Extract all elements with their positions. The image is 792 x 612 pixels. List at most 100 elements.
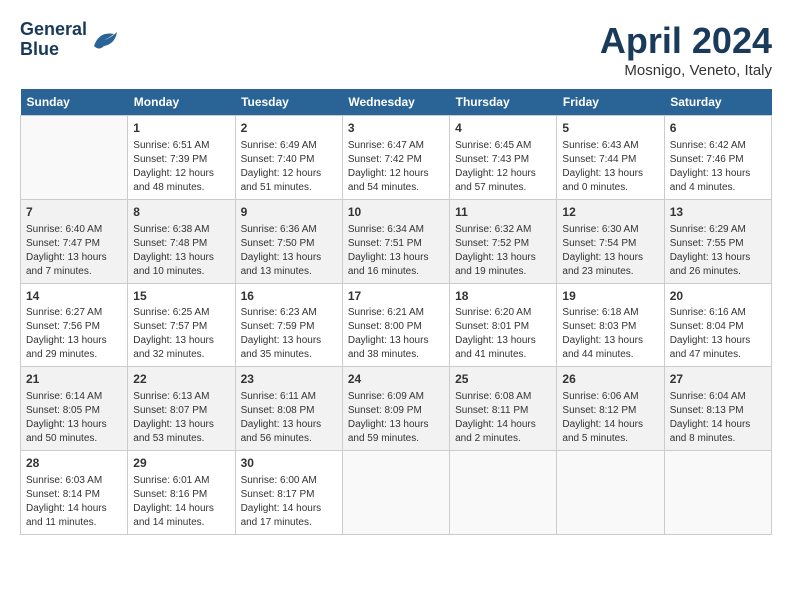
calendar-week-row: 14Sunrise: 6:27 AM Sunset: 7:56 PM Dayli… bbox=[21, 283, 772, 367]
logo: General Blue bbox=[20, 20, 119, 60]
day-number: 23 bbox=[241, 371, 337, 388]
day-of-week-header: Friday bbox=[557, 89, 664, 116]
calendar-day-cell: 24 Sunrise: 6:09 AM Sunset: 8:09 PM Dayli… bbox=[342, 367, 449, 451]
calendar-day-cell: 16Sunrise: 6:23 AM Sunset: 7:59 PM Dayli… bbox=[235, 283, 342, 367]
day-number: 21 bbox=[26, 371, 122, 388]
day-info-text: Sunrise: 6:16 AM Sunset: 8:04 PM Dayligh… bbox=[670, 306, 766, 362]
calendar-day-cell: 23 Sunrise: 6:11 AM Sunset: 8:08 PM Dayli… bbox=[235, 367, 342, 451]
day-info-text: Sunrise: 6:25 AM Sunset: 7:57 PM Dayligh… bbox=[133, 306, 229, 362]
calendar-day-cell bbox=[557, 451, 664, 535]
day-info-text: Sunrise: 6:14 AM Sunset: 8:05 PM Dayligh… bbox=[26, 390, 122, 446]
day-info-text: Sunrise: 6:36 AM Sunset: 7:50 PM Dayligh… bbox=[241, 223, 337, 279]
day-info-text: Sunrise: 6:34 AM Sunset: 7:51 PM Dayligh… bbox=[348, 223, 444, 279]
day-number: 2 bbox=[241, 120, 337, 137]
calendar-day-cell: 10 Sunrise: 6:34 AM Sunset: 7:51 PM Dayli… bbox=[342, 199, 449, 283]
day-number: 15 bbox=[133, 288, 229, 305]
calendar-day-cell: 20Sunrise: 6:16 AM Sunset: 8:04 PM Dayli… bbox=[664, 283, 771, 367]
day-info-text: Sunrise: 6:38 AM Sunset: 7:48 PM Dayligh… bbox=[133, 223, 229, 279]
day-info-text: Sunrise: 6:40 AM Sunset: 7:47 PM Dayligh… bbox=[26, 223, 122, 279]
calendar-day-cell: 27 Sunrise: 6:04 AM Sunset: 8:13 PM Dayli… bbox=[664, 367, 771, 451]
calendar-day-cell: 25 Sunrise: 6:08 AM Sunset: 8:11 PM Dayli… bbox=[450, 367, 557, 451]
calendar-day-cell bbox=[21, 116, 128, 200]
calendar-day-cell: 11 Sunrise: 6:32 AM Sunset: 7:52 PM Dayli… bbox=[450, 199, 557, 283]
calendar-day-cell: 21 Sunrise: 6:14 AM Sunset: 8:05 PM Dayli… bbox=[21, 367, 128, 451]
calendar-week-row: 28Sunrise: 6:03 AM Sunset: 8:14 PM Dayli… bbox=[21, 451, 772, 535]
calendar-day-cell: 30 Sunrise: 6:00 AM Sunset: 8:17 PM Dayli… bbox=[235, 451, 342, 535]
day-number: 16 bbox=[241, 288, 337, 305]
day-number: 12 bbox=[562, 204, 658, 221]
day-number: 24 bbox=[348, 371, 444, 388]
day-number: 30 bbox=[241, 455, 337, 472]
calendar-day-cell: 18Sunrise: 6:20 AM Sunset: 8:01 PM Dayli… bbox=[450, 283, 557, 367]
day-number: 3 bbox=[348, 120, 444, 137]
day-info-text: Sunrise: 6:51 AM Sunset: 7:39 PM Dayligh… bbox=[133, 139, 229, 195]
day-info-text: Sunrise: 6:20 AM Sunset: 8:01 PM Dayligh… bbox=[455, 306, 551, 362]
day-info-text: Sunrise: 6:00 AM Sunset: 8:17 PM Dayligh… bbox=[241, 474, 337, 530]
day-info-text: Sunrise: 6:08 AM Sunset: 8:11 PM Dayligh… bbox=[455, 390, 551, 446]
day-info-text: Sunrise: 6:43 AM Sunset: 7:44 PM Dayligh… bbox=[562, 139, 658, 195]
day-number: 8 bbox=[133, 204, 229, 221]
day-info-text: Sunrise: 6:49 AM Sunset: 7:40 PM Dayligh… bbox=[241, 139, 337, 195]
day-number: 27 bbox=[670, 371, 766, 388]
calendar-day-cell: 9 Sunrise: 6:36 AM Sunset: 7:50 PM Daylig… bbox=[235, 199, 342, 283]
day-number: 11 bbox=[455, 204, 551, 221]
day-info-text: Sunrise: 6:03 AM Sunset: 8:14 PM Dayligh… bbox=[26, 474, 122, 530]
page-header: General Blue April 2024 Mosnigo, Veneto,… bbox=[20, 20, 772, 79]
day-number: 4 bbox=[455, 120, 551, 137]
day-of-week-header: Wednesday bbox=[342, 89, 449, 116]
calendar-header-row: SundayMondayTuesdayWednesdayThursdayFrid… bbox=[21, 89, 772, 116]
calendar-day-cell: 19Sunrise: 6:18 AM Sunset: 8:03 PM Dayli… bbox=[557, 283, 664, 367]
day-info-text: Sunrise: 6:09 AM Sunset: 8:09 PM Dayligh… bbox=[348, 390, 444, 446]
calendar-day-cell bbox=[450, 451, 557, 535]
logo-bird-icon bbox=[89, 26, 119, 54]
calendar-week-row: 21 Sunrise: 6:14 AM Sunset: 8:05 PM Dayli… bbox=[21, 367, 772, 451]
day-info-text: Sunrise: 6:01 AM Sunset: 8:16 PM Dayligh… bbox=[133, 474, 229, 530]
day-info-text: Sunrise: 6:47 AM Sunset: 7:42 PM Dayligh… bbox=[348, 139, 444, 195]
day-info-text: Sunrise: 6:13 AM Sunset: 8:07 PM Dayligh… bbox=[133, 390, 229, 446]
calendar-day-cell: 6Sunrise: 6:42 AM Sunset: 7:46 PM Daylig… bbox=[664, 116, 771, 200]
calendar-day-cell: 8 Sunrise: 6:38 AM Sunset: 7:48 PM Daylig… bbox=[128, 199, 235, 283]
day-of-week-header: Sunday bbox=[21, 89, 128, 116]
calendar-day-cell: 22 Sunrise: 6:13 AM Sunset: 8:07 PM Dayli… bbox=[128, 367, 235, 451]
month-title: April 2024 bbox=[600, 20, 772, 62]
calendar-day-cell bbox=[342, 451, 449, 535]
calendar-day-cell: 15Sunrise: 6:25 AM Sunset: 7:57 PM Dayli… bbox=[128, 283, 235, 367]
day-info-text: Sunrise: 6:42 AM Sunset: 7:46 PM Dayligh… bbox=[670, 139, 766, 195]
calendar-day-cell: 1Sunrise: 6:51 AM Sunset: 7:39 PM Daylig… bbox=[128, 116, 235, 200]
day-info-text: Sunrise: 6:06 AM Sunset: 8:12 PM Dayligh… bbox=[562, 390, 658, 446]
day-info-text: Sunrise: 6:32 AM Sunset: 7:52 PM Dayligh… bbox=[455, 223, 551, 279]
calendar-day-cell: 14Sunrise: 6:27 AM Sunset: 7:56 PM Dayli… bbox=[21, 283, 128, 367]
day-number: 18 bbox=[455, 288, 551, 305]
day-info-text: Sunrise: 6:11 AM Sunset: 8:08 PM Dayligh… bbox=[241, 390, 337, 446]
calendar-day-cell: 5 Sunrise: 6:43 AM Sunset: 7:44 PM Daylig… bbox=[557, 116, 664, 200]
day-number: 10 bbox=[348, 204, 444, 221]
day-info-text: Sunrise: 6:27 AM Sunset: 7:56 PM Dayligh… bbox=[26, 306, 122, 362]
day-number: 7 bbox=[26, 204, 122, 221]
calendar-day-cell: 4Sunrise: 6:45 AM Sunset: 7:43 PM Daylig… bbox=[450, 116, 557, 200]
calendar-day-cell: 3 Sunrise: 6:47 AM Sunset: 7:42 PM Daylig… bbox=[342, 116, 449, 200]
calendar-day-cell: 2 Sunrise: 6:49 AM Sunset: 7:40 PM Daylig… bbox=[235, 116, 342, 200]
day-number: 5 bbox=[562, 120, 658, 137]
calendar-day-cell: 13Sunrise: 6:29 AM Sunset: 7:55 PM Dayli… bbox=[664, 199, 771, 283]
day-of-week-header: Saturday bbox=[664, 89, 771, 116]
day-info-text: Sunrise: 6:04 AM Sunset: 8:13 PM Dayligh… bbox=[670, 390, 766, 446]
day-number: 29 bbox=[133, 455, 229, 472]
day-number: 9 bbox=[241, 204, 337, 221]
calendar-day-cell: 17Sunrise: 6:21 AM Sunset: 8:00 PM Dayli… bbox=[342, 283, 449, 367]
day-info-text: Sunrise: 6:29 AM Sunset: 7:55 PM Dayligh… bbox=[670, 223, 766, 279]
logo-text-line2: Blue bbox=[20, 40, 87, 60]
day-number: 22 bbox=[133, 371, 229, 388]
calendar-table: SundayMondayTuesdayWednesdayThursdayFrid… bbox=[20, 89, 772, 535]
calendar-day-cell: 7 Sunrise: 6:40 AM Sunset: 7:47 PM Daylig… bbox=[21, 199, 128, 283]
day-info-text: Sunrise: 6:18 AM Sunset: 8:03 PM Dayligh… bbox=[562, 306, 658, 362]
day-number: 14 bbox=[26, 288, 122, 305]
calendar-day-cell: 29 Sunrise: 6:01 AM Sunset: 8:16 PM Dayli… bbox=[128, 451, 235, 535]
day-info-text: Sunrise: 6:23 AM Sunset: 7:59 PM Dayligh… bbox=[241, 306, 337, 362]
day-of-week-header: Thursday bbox=[450, 89, 557, 116]
calendar-day-cell bbox=[664, 451, 771, 535]
day-number: 25 bbox=[455, 371, 551, 388]
day-of-week-header: Monday bbox=[128, 89, 235, 116]
day-info-text: Sunrise: 6:30 AM Sunset: 7:54 PM Dayligh… bbox=[562, 223, 658, 279]
calendar-week-row: 1Sunrise: 6:51 AM Sunset: 7:39 PM Daylig… bbox=[21, 116, 772, 200]
day-number: 26 bbox=[562, 371, 658, 388]
